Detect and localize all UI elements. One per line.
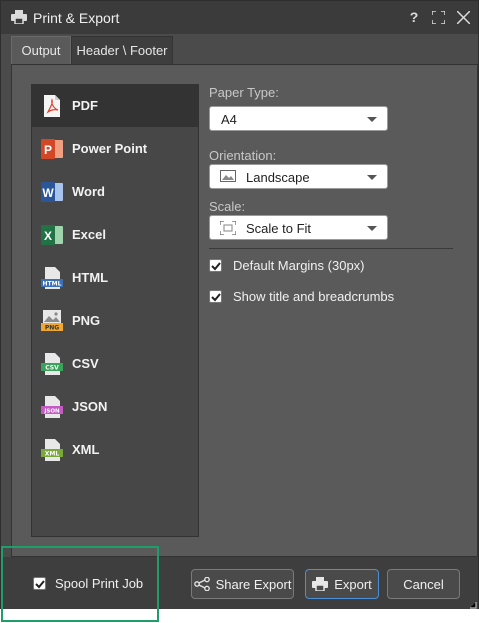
- format-label: XML: [72, 442, 100, 457]
- options-divider: [209, 248, 453, 249]
- html-icon-text: HTML: [43, 281, 62, 288]
- close-icon[interactable]: [455, 9, 471, 25]
- export-button[interactable]: Export: [305, 569, 379, 599]
- chevron-down-icon: [367, 117, 377, 122]
- word-icon: W: [40, 180, 64, 204]
- format-item-html[interactable]: HTML HTML: [32, 257, 198, 299]
- csv-icon-text: CSV: [45, 365, 59, 372]
- format-list: PDF P Power Point W Word X Excel HTML HT…: [31, 84, 199, 537]
- pdf-icon: [40, 94, 64, 118]
- format-item-csv[interactable]: CSV CSV: [32, 343, 198, 385]
- excel-icon: X: [40, 223, 64, 247]
- spool-print-job-highlight: [1, 546, 159, 622]
- svg-text:W: W: [42, 186, 54, 200]
- tab-output[interactable]: Output: [11, 36, 71, 64]
- chevron-down-icon: [367, 226, 377, 231]
- printer-icon: [312, 577, 329, 592]
- png-image-icon: PNG: [40, 309, 64, 333]
- default-margins-checkbox[interactable]: [209, 259, 222, 272]
- share-export-label: Share Export: [215, 576, 292, 592]
- title-bar: Print & Export ?: [1, 1, 478, 34]
- scale-select[interactable]: Scale to Fit: [209, 215, 388, 240]
- export-label: Export: [334, 576, 372, 592]
- tab-header-footer[interactable]: Header \ Footer: [71, 36, 173, 64]
- help-button[interactable]: ?: [406, 9, 422, 25]
- format-item-powerpoint[interactable]: P Power Point: [32, 128, 198, 170]
- svg-text:P: P: [44, 143, 52, 157]
- format-item-json[interactable]: JSON JSON: [32, 386, 198, 428]
- scale-label: Scale:: [209, 199, 246, 214]
- cancel-button[interactable]: Cancel: [387, 569, 460, 599]
- xml-file-icon: XML: [40, 438, 64, 462]
- printer-icon: [11, 10, 27, 25]
- orientation-select[interactable]: Landscape: [209, 164, 388, 189]
- chevron-down-icon: [367, 175, 377, 180]
- share-icon: [193, 576, 210, 592]
- scale-value: Scale to Fit: [246, 221, 312, 236]
- json-file-icon: JSON: [40, 395, 64, 419]
- orientation-value: Landscape: [246, 170, 310, 185]
- orientation-label: Orientation:: [209, 148, 277, 163]
- format-label: Word: [72, 184, 105, 199]
- share-export-button[interactable]: Share Export: [191, 569, 294, 599]
- format-label: PDF: [72, 98, 98, 113]
- format-item-xml[interactable]: XML XML: [32, 429, 198, 471]
- format-item-png[interactable]: PNG PNG: [32, 300, 198, 342]
- json-icon-text: JSON: [43, 409, 60, 415]
- format-label: CSV: [72, 356, 99, 371]
- html-file-icon: HTML: [40, 266, 64, 290]
- output-panel: PDF P Power Point W Word X Excel HTML HT…: [11, 64, 478, 557]
- format-item-pdf[interactable]: PDF: [32, 85, 198, 127]
- format-label: PNG: [72, 313, 101, 328]
- svg-text:X: X: [44, 229, 52, 243]
- show-title-checkbox[interactable]: [209, 290, 222, 303]
- format-item-word[interactable]: W Word: [32, 171, 198, 213]
- maximize-icon[interactable]: [430, 9, 446, 25]
- paper-type-select[interactable]: A4: [209, 106, 388, 131]
- paper-type-value: A4: [221, 112, 237, 127]
- dialog-title: Print & Export: [33, 10, 120, 26]
- powerpoint-icon: P: [40, 137, 64, 161]
- format-label: Power Point: [72, 141, 148, 156]
- paper-type-label: Paper Type:: [209, 85, 279, 100]
- csv-file-icon: CSV: [40, 352, 64, 376]
- xml-icon-text: XML: [45, 451, 60, 458]
- format-label: JSON: [72, 399, 108, 414]
- print-export-dialog: Print & Export ? Output Header \ Footer …: [0, 0, 479, 609]
- default-margins-label: Default Margins (30px): [233, 258, 365, 273]
- scale-to-fit-icon: [219, 220, 237, 236]
- png-icon-text: PNG: [45, 325, 59, 332]
- format-label: HTML: [72, 270, 109, 285]
- format-label: Excel: [72, 227, 106, 242]
- landscape-icon: [220, 170, 236, 184]
- resize-grip-icon[interactable]: [467, 597, 477, 609]
- format-item-excel[interactable]: X Excel: [32, 214, 198, 256]
- show-title-label: Show title and breadcrumbs: [233, 289, 395, 304]
